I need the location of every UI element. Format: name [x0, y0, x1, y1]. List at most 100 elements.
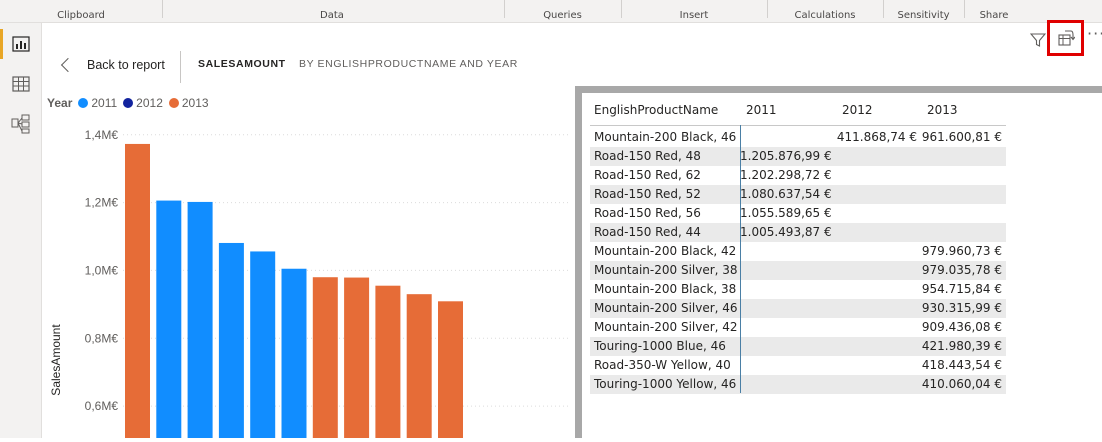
y-axis-title: SalesAmount [49, 324, 63, 396]
table-row[interactable]: Mountain-200 Black, 38 954.715,84 € [590, 280, 1006, 299]
table-row[interactable]: Road-150 Red, 44 1.005.493,87 € [590, 223, 1006, 242]
sales-amount-cell: 1.080.637,54 € [740, 187, 832, 201]
legend-item-2012[interactable]: 2012 [123, 96, 163, 110]
filter-icon[interactable] [1030, 32, 1046, 48]
sales-amount-cell: 418.443,54 € [921, 358, 1002, 372]
more-options-button[interactable]: ··· [1087, 24, 1102, 43]
matrix-header-2013[interactable]: 2013 [927, 103, 958, 117]
product-name-cell: Touring-1000 Blue, 46 [594, 339, 726, 353]
table-row[interactable]: Touring-1000 Blue, 46 421.980,39 € [590, 337, 1006, 356]
model-view-icon [11, 114, 30, 134]
ribbon-group-labels: Clipboard Data Queries Insert Calculations Se… [0, 0, 1102, 23]
sales-amount-cell: 1.202.298,72 € [740, 168, 832, 182]
back-to-report-label: Back to report [87, 58, 165, 72]
bar-2011[interactable] [250, 251, 276, 440]
sales-amount-cell: 979.035,78 € [921, 263, 1002, 277]
table-row[interactable]: Road-150 Red, 62 1.202.298,72 € [590, 166, 1006, 185]
bar-2011[interactable] [218, 242, 244, 440]
ribbon-separator [767, 0, 768, 18]
legend-title: Year [47, 96, 73, 110]
matrix-row-header-rule [740, 125, 741, 393]
legend-marker-2013 [168, 98, 179, 108]
product-name-cell: Road-150 Red, 62 [594, 168, 701, 182]
visual-title-measure: SALESAMOUNT [198, 58, 286, 70]
sales-amount-cell: 411.868,74 € [836, 130, 917, 144]
sales-amount-cell: 410.060,04 € [921, 377, 1002, 391]
chart-legend: Year 2011 2012 2013 [47, 96, 215, 110]
table-row[interactable]: Mountain-200 Silver, 42 909.436,08 € [590, 318, 1006, 337]
ribbon-group-queries: Queries [543, 10, 582, 21]
model-view-button[interactable] [0, 105, 42, 143]
table-row[interactable]: Road-350-W Yellow, 40 418.443,54 € [590, 356, 1006, 375]
product-name-cell: Mountain-200 Silver, 42 [594, 320, 738, 334]
bar-2013[interactable] [312, 277, 338, 440]
bar-2013[interactable] [406, 294, 432, 440]
matrix-header-product[interactable]: EnglishProductName [594, 103, 718, 117]
legend-item-2013[interactable]: 2013 [168, 96, 209, 110]
header-divider [180, 51, 181, 83]
bar-2013[interactable] [125, 143, 150, 440]
legend-label-2011: 2011 [91, 96, 118, 110]
sales-amount-cell: 1.205.876,99 € [740, 149, 832, 163]
focus-mode-button[interactable] [1047, 20, 1084, 56]
product-name-cell: Touring-1000 Yellow, 46 [594, 377, 737, 391]
report-view-button[interactable] [0, 25, 42, 63]
chart-plot: 1,4M€ 1,2M€ 1,0M€ 0,8M€ 0,6M€ SalesAmount [49, 128, 568, 440]
product-name-cell: Mountain-200 Black, 42 [594, 244, 737, 258]
table-row[interactable]: Touring-1000 Yellow, 46 410.060,04 € [590, 375, 1006, 394]
chevron-left-icon [60, 57, 76, 73]
product-name-cell: Road-150 Red, 52 [594, 187, 701, 201]
product-name-cell: Road-150 Red, 48 [594, 149, 701, 163]
product-name-cell: Road-150 Red, 56 [594, 206, 701, 220]
table-row[interactable]: Road-150 Red, 52 1.080.637,54 € [590, 185, 1006, 204]
ribbon-group-calculations: Calculations [794, 10, 856, 21]
legend-item-2011[interactable]: 2011 [78, 96, 117, 110]
bar-2011[interactable] [187, 201, 213, 440]
ribbon-separator [504, 0, 505, 18]
ribbon-separator [162, 0, 163, 18]
table-row[interactable]: Road-150 Red, 48 1.205.876,99 € [590, 147, 1006, 166]
back-to-report-button[interactable]: Back to report [57, 54, 165, 76]
table-row[interactable]: Mountain-200 Black, 42 979.960,73 € [590, 242, 1006, 261]
sales-amount-cell: 1.005.493,87 € [740, 225, 832, 239]
ribbon-group-share: Share [979, 10, 1009, 21]
bar-2013[interactable] [344, 277, 370, 440]
ribbon-separator [883, 0, 884, 18]
product-name-cell: Mountain-200 Black, 46 [594, 130, 737, 144]
bar-2011[interactable] [156, 200, 182, 440]
legend-marker-2011 [78, 98, 89, 108]
ribbon-group-insert: Insert [679, 10, 709, 21]
sales-amount-cell: 954.715,84 € [921, 282, 1002, 296]
legend-marker-2012 [123, 98, 134, 108]
bar-2013[interactable] [438, 301, 463, 440]
sales-amount-cell: 930.315,99 € [921, 301, 1002, 315]
sales-amount-cell: 961.600,81 € [921, 130, 1002, 144]
table-row[interactable]: Road-150 Red, 56 1.055.589,65 € [590, 204, 1006, 223]
matrix-header-rule [590, 125, 1006, 126]
sales-amount-cell: 421.980,39 € [921, 339, 1002, 353]
matrix-header-2012[interactable]: 2012 [842, 103, 873, 117]
product-name-cell: Road-150 Red, 44 [594, 225, 701, 239]
product-name-cell: Mountain-200 Silver, 38 [594, 263, 738, 277]
active-indicator [0, 29, 3, 59]
y-tick-label: 1,0M€ [85, 263, 119, 277]
bar-2011[interactable] [281, 268, 307, 440]
bar-2013[interactable] [375, 285, 401, 440]
table-row[interactable]: Mountain-200 Silver, 38 979.035,78 € [590, 261, 1006, 280]
table-row[interactable]: Mountain-200 Black, 46 411.868,74 € 961.60… [590, 128, 1006, 147]
sales-amount-cell: 1.055.589,65 € [740, 206, 832, 220]
product-name-cell: Road-350-W Yellow, 40 [594, 358, 731, 372]
ribbon-group-sensitivity: Sensitivity [897, 10, 950, 21]
table-row[interactable]: Mountain-200 Silver, 46 930.315,99 € [590, 299, 1006, 318]
matrix-header-2011[interactable]: 2011 [746, 103, 777, 117]
report-view-icon [12, 36, 30, 52]
data-view-button[interactable] [0, 65, 42, 103]
y-tick-label: 1,4M€ [85, 128, 119, 142]
matrix-table: EnglishProductName 2011 2012 2013 Mounta… [582, 93, 1102, 438]
y-tick-label: 1,2M€ [85, 196, 119, 210]
ribbon-group-data: Data [320, 10, 344, 21]
sales-amount-cell: 979.960,73 € [921, 244, 1002, 258]
ribbon-separator [621, 0, 622, 18]
view-rail [0, 23, 42, 438]
y-tick-label: 0,8M€ [85, 331, 119, 345]
